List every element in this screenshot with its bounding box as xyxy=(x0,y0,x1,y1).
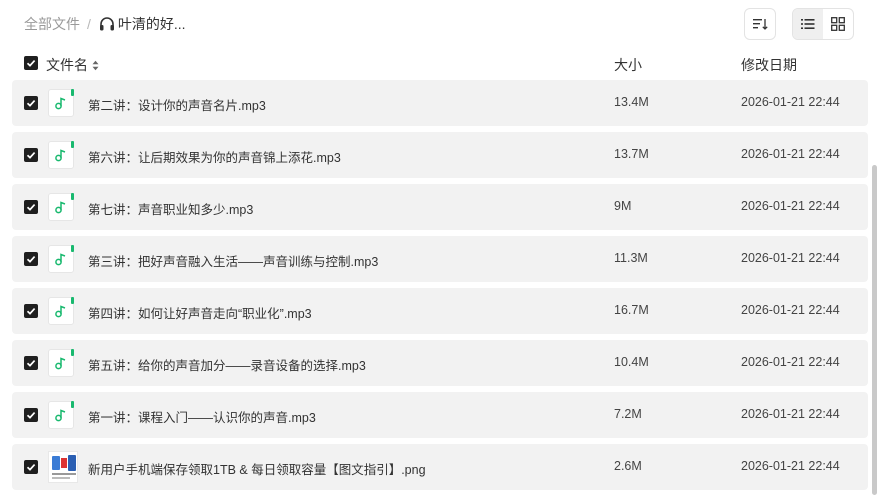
image-thumbnail-icon xyxy=(48,451,78,483)
file-size: 10.4M xyxy=(614,355,649,369)
column-header-modified[interactable]: 修改日期 xyxy=(741,55,797,75)
row-checkbox[interactable] xyxy=(24,148,38,162)
file-name[interactable]: 第六讲：让后期效果为你的声音锦上添花.mp3 xyxy=(88,147,341,166)
column-header-name[interactable]: 文件名 xyxy=(46,55,99,75)
file-date: 2026-01-21 22:44 xyxy=(741,199,840,213)
file-row[interactable]: 新用户手机端保存领取1TB & 每日领取容量【图文指引】.png 2.6M 2026… xyxy=(12,444,868,490)
grid-view-icon xyxy=(831,17,845,31)
scrollbar-thumb[interactable] xyxy=(872,165,877,495)
list-view-icon xyxy=(801,18,815,30)
list-view-button[interactable] xyxy=(793,9,823,39)
file-date: 2026-01-21 22:44 xyxy=(741,407,840,421)
check-icon xyxy=(26,100,36,107)
file-date: 2026-01-21 22:44 xyxy=(741,459,840,473)
grid-view-button[interactable] xyxy=(823,9,853,39)
check-icon xyxy=(26,412,36,419)
check-icon xyxy=(26,256,36,263)
audio-file-icon xyxy=(48,401,74,429)
column-header-size[interactable]: 大小 xyxy=(614,55,642,75)
sort-list-icon xyxy=(752,17,768,31)
file-row[interactable]: 第五讲：给你的声音加分——录音设备的选择.mp3 10.4M 2026-01-21 … xyxy=(12,340,868,386)
file-name[interactable]: 第一讲：课程入门——认识你的声音.mp3 xyxy=(88,407,316,426)
row-checkbox[interactable] xyxy=(24,408,38,422)
file-date: 2026-01-21 22:44 xyxy=(741,303,840,317)
check-icon xyxy=(26,204,36,211)
file-date: 2026-01-21 22:44 xyxy=(741,95,840,109)
breadcrumb-root-link[interactable]: 全部文件 xyxy=(24,14,80,34)
audio-file-icon xyxy=(48,349,74,377)
check-icon xyxy=(26,152,36,159)
file-size: 7.2M xyxy=(614,407,642,421)
audio-file-icon xyxy=(48,89,74,117)
row-checkbox[interactable] xyxy=(24,460,38,474)
file-row[interactable]: 第六讲：让后期效果为你的声音锦上添花.mp3 13.7M 2026-01-21 22… xyxy=(12,132,868,178)
audio-file-icon xyxy=(48,141,74,169)
check-icon xyxy=(26,60,36,67)
file-name[interactable]: 第四讲：如何让好声音走向“职业化”.mp3 xyxy=(88,303,312,322)
top-bar: 全部文件 / 叶清的好... xyxy=(0,0,878,46)
audio-file-icon xyxy=(48,245,74,273)
row-checkbox[interactable] xyxy=(24,200,38,214)
file-name[interactable]: 新用户手机端保存领取1TB & 每日领取容量【图文指引】.png xyxy=(88,459,426,478)
file-name[interactable]: 第二讲：设计你的声音名片.mp3 xyxy=(88,95,266,114)
headphones-icon xyxy=(98,15,116,33)
select-all-checkbox[interactable] xyxy=(24,56,38,70)
sort-button[interactable] xyxy=(744,8,776,40)
row-checkbox[interactable] xyxy=(24,96,38,110)
file-size: 2.6M xyxy=(614,459,642,473)
column-header-name-label: 文件名 xyxy=(46,57,88,73)
file-row[interactable]: 第三讲：把好声音融入生活——声音训练与控制.mp3 11.3M 2026-01-21… xyxy=(12,236,868,282)
check-icon xyxy=(26,360,36,367)
file-name[interactable]: 第五讲：给你的声音加分——录音设备的选择.mp3 xyxy=(88,355,366,374)
audio-file-icon xyxy=(48,297,74,325)
file-list-header: 文件名 大小 修改日期 xyxy=(0,50,878,78)
file-row[interactable]: 第四讲：如何让好声音走向“职业化”.mp3 16.7M 2026-01-21 22:… xyxy=(12,288,868,334)
row-checkbox[interactable] xyxy=(24,356,38,370)
audio-file-icon xyxy=(48,193,74,221)
file-size: 9M xyxy=(614,199,632,213)
file-date: 2026-01-21 22:44 xyxy=(741,355,840,369)
breadcrumb: 全部文件 / 叶清的好... xyxy=(24,14,186,34)
row-checkbox[interactable] xyxy=(24,252,38,266)
check-icon xyxy=(26,308,36,315)
file-size: 13.4M xyxy=(614,95,649,109)
file-size: 16.7M xyxy=(614,303,649,317)
row-checkbox[interactable] xyxy=(24,304,38,318)
view-toggle xyxy=(792,8,854,40)
breadcrumb-current: 叶清的好... xyxy=(117,16,186,32)
breadcrumb-separator: / xyxy=(87,16,91,32)
sort-arrows-icon xyxy=(92,60,99,71)
file-row[interactable]: 第二讲：设计你的声音名片.mp3 13.4M 2026-01-21 22:44 xyxy=(12,80,868,126)
file-size: 13.7M xyxy=(614,147,649,161)
file-size: 11.3M xyxy=(614,251,648,265)
file-date: 2026-01-21 22:44 xyxy=(741,251,840,265)
file-date: 2026-01-21 22:44 xyxy=(741,147,840,161)
check-icon xyxy=(26,464,36,471)
file-row[interactable]: 第一讲：课程入门——认识你的声音.mp3 7.2M 2026-01-21 22:44 xyxy=(12,392,868,438)
file-name[interactable]: 第七讲：声音职业知多少.mp3 xyxy=(88,199,253,218)
file-name[interactable]: 第三讲：把好声音融入生活——声音训练与控制.mp3 xyxy=(88,251,378,270)
file-row[interactable]: 第七讲：声音职业知多少.mp3 9M 2026-01-21 22:44 xyxy=(12,184,868,230)
